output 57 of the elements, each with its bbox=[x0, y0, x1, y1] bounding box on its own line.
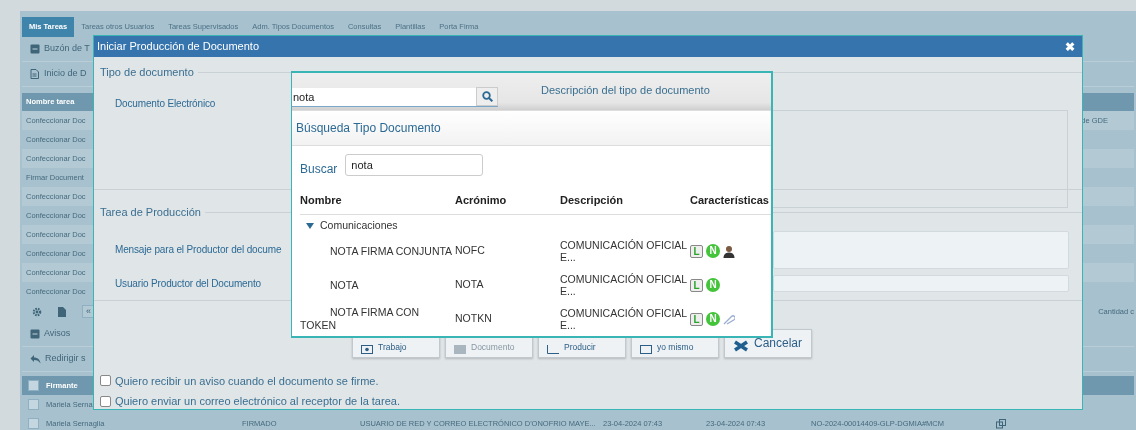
close-button[interactable]: ✖ bbox=[1061, 40, 1079, 53]
letter-circle-icon: N bbox=[706, 278, 720, 292]
gear-icon[interactable] bbox=[32, 306, 42, 317]
redirect-link[interactable]: Redirigir s bbox=[45, 352, 86, 366]
person-icon bbox=[723, 244, 735, 258]
group-label[interactable]: Comunicaciones bbox=[320, 218, 398, 234]
checkbox[interactable] bbox=[100, 375, 111, 387]
column-header: Descripción bbox=[560, 192, 623, 208]
column-header: Características bbox=[690, 192, 769, 208]
field-label: Documento Electrónico bbox=[115, 97, 216, 109]
dialog-title: Iniciar Producción de Documento bbox=[97, 39, 260, 55]
search-field[interactable]: nota bbox=[345, 153, 484, 176]
field-label: Buscar bbox=[300, 160, 338, 178]
table-cell-text: NOTA bbox=[329, 278, 359, 292]
table-cell: NOTA bbox=[455, 277, 484, 293]
field-label: Mensaje para el Productor del docume bbox=[115, 243, 282, 257]
table-cell-text: COMUNICACIÓN OFICIAL E... bbox=[560, 272, 688, 298]
letter-circle-icon: N bbox=[706, 244, 720, 258]
user-field[interactable] bbox=[773, 274, 1069, 292]
checkbox[interactable] bbox=[100, 395, 111, 407]
panel-link[interactable]: Avisos bbox=[44, 327, 71, 341]
minus-square-icon bbox=[30, 44, 40, 54]
letter-badge-icon: L bbox=[690, 244, 703, 258]
message-field[interactable] bbox=[773, 230, 1069, 269]
frame-icon bbox=[547, 344, 559, 354]
section-legend: Tarea de Producción bbox=[100, 204, 201, 221]
close-icon bbox=[733, 339, 749, 352]
table-cell-text: NOTA FIRMA CONJUNTA bbox=[329, 244, 453, 258]
search-button[interactable] bbox=[476, 87, 498, 107]
select-all-checkbox[interactable] bbox=[28, 380, 39, 391]
letter-circle-icon: N bbox=[706, 312, 720, 326]
card-icon bbox=[361, 344, 373, 354]
table-cell-text: COMUNICACIÓN OFICIAL E... bbox=[560, 238, 688, 264]
table-cell: NOTKN bbox=[455, 311, 492, 327]
panel-title: Búsqueda Tipo Documento bbox=[296, 119, 441, 137]
checkbox-label: Quiero enviar un correo electrónico al receptor de la tarea. bbox=[115, 394, 400, 409]
square-icon bbox=[640, 344, 652, 354]
row-checkbox[interactable] bbox=[28, 399, 39, 410]
letter-badge-icon: L bbox=[690, 312, 703, 326]
section-legend: Descripción del tipo de documento bbox=[541, 82, 710, 99]
column-header: Acrónimo bbox=[455, 192, 507, 208]
column-header: Nombre bbox=[300, 192, 342, 208]
row-checkbox[interactable] bbox=[28, 418, 39, 429]
panel-link[interactable]: Buzón de T bbox=[44, 42, 90, 56]
letter-badge-icon: L bbox=[690, 278, 703, 292]
field-label: Usuario Productor del Documento bbox=[115, 276, 261, 291]
panel-link[interactable]: Inicio de D bbox=[44, 67, 87, 81]
copy-icon[interactable] bbox=[996, 418, 1007, 429]
caret-down-icon[interactable] bbox=[306, 223, 314, 229]
search-icon bbox=[481, 91, 493, 103]
minus-square-icon bbox=[30, 329, 40, 339]
checkbox-label: Quiero recibir un aviso cuando el documento se firme. bbox=[115, 373, 379, 389]
search-field[interactable]: nota bbox=[292, 87, 498, 107]
section-legend: Tipo de documento bbox=[100, 64, 194, 81]
table-cell: NOFC bbox=[455, 243, 485, 259]
paperclip-icon bbox=[723, 313, 735, 325]
reply-icon[interactable] bbox=[30, 354, 41, 364]
